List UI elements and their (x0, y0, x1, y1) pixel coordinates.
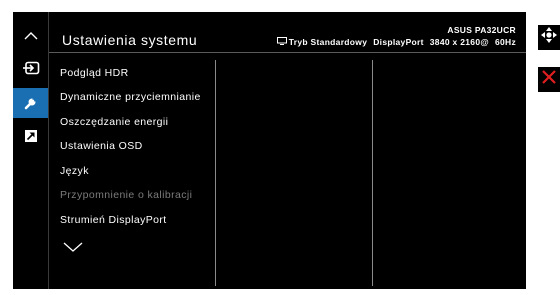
shortcut-arrow-icon (24, 129, 38, 143)
menu-item-dynamic-dimming[interactable]: Dynamiczne przyciemnianie (60, 91, 201, 103)
header-divider (49, 52, 526, 53)
close-x-icon (541, 69, 557, 90)
monitor-model: ASUS PA32UCR (447, 25, 516, 35)
osd-panel: Ustawienia systemu ASUS PA32UCR Tryb Sta… (13, 12, 526, 289)
status-info: ASUS PA32UCR Tryb Standardowy DisplayPor… (216, 25, 516, 59)
resolution: 3840 x 2160@ (429, 37, 489, 47)
nav-system-settings-button[interactable] (13, 88, 48, 118)
side-key-guide (538, 15, 560, 95)
menu-item-osd-settings[interactable]: Ustawienia OSD (60, 140, 143, 152)
chevron-up-icon (24, 31, 38, 40)
chevron-down-icon (63, 239, 83, 256)
menu-item-calibration-reminder: Przypomnienie o kalibracji (60, 189, 193, 201)
menu-item-hdr-preview[interactable]: Podgląd HDR (60, 67, 129, 79)
input-source: DisplayPort (373, 37, 424, 47)
menu-item-language[interactable]: Język (60, 165, 89, 177)
column-divider (215, 60, 216, 286)
status-line: Tryb Standardowy DisplayPort 3840 x 2160… (276, 37, 516, 47)
page-title: Ustawienia systemu (62, 32, 198, 48)
move-joystick-icon (540, 26, 558, 49)
picture-mode: Tryb Standardowy (288, 37, 368, 47)
monitor-icon (276, 37, 287, 47)
osd-nav-bar (13, 12, 49, 289)
scroll-down-button[interactable] (63, 239, 83, 257)
nav-input-select-button[interactable] (13, 53, 48, 83)
menu-item-power-saving[interactable]: Oszczędzanie energii (60, 116, 168, 128)
refresh-rate: 60Hz (494, 37, 516, 47)
menu-item-displayport-stream[interactable]: Strumień DisplayPort (60, 214, 167, 226)
wrench-icon (23, 95, 39, 111)
nav-up-button[interactable] (13, 20, 48, 50)
column-divider (372, 60, 373, 286)
nav-shortcut-button[interactable] (13, 121, 48, 151)
close-key[interactable] (538, 67, 560, 92)
input-select-icon (22, 61, 40, 75)
joystick-key[interactable] (538, 25, 560, 50)
